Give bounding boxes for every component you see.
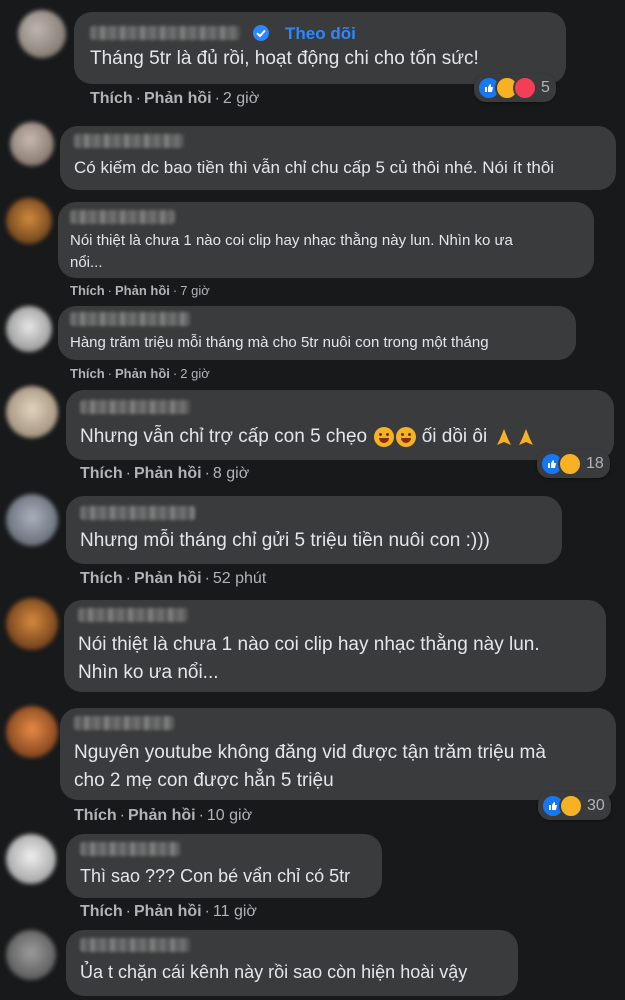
like-link[interactable]: Thích — [80, 465, 123, 482]
comment-text: Hàng trăm triệu mỗi tháng mà cho 5tr nuô… — [70, 334, 489, 351]
commenter-avatar[interactable] — [6, 306, 52, 352]
reply-link[interactable]: Phản hồi — [134, 570, 202, 587]
care-reaction-icon — [513, 76, 537, 100]
praying-hands-icon — [497, 428, 512, 445]
follow-link[interactable]: Theo dõi — [285, 24, 356, 44]
like-link[interactable]: Thích — [90, 90, 133, 107]
commenter-name[interactable] — [70, 210, 175, 224]
reply-link[interactable]: Phản hồi — [134, 903, 202, 920]
commenter-avatar[interactable] — [6, 834, 56, 884]
comment-text: Nói thiệt là chưa 1 nào coi clip hay nhạ… — [78, 634, 540, 655]
laughing-emoji-icon — [374, 426, 395, 447]
like-link[interactable]: Thích — [80, 570, 123, 587]
commenter-name[interactable] — [80, 842, 180, 856]
like-link[interactable]: Thích — [70, 283, 105, 298]
comment-actions: Thích · Phản hồi · 2 giờ — [70, 366, 210, 381]
comment-time[interactable]: 52 phút — [213, 570, 266, 587]
comment-actions: Thích · Phản hồi · 8 giờ — [80, 465, 250, 482]
commenter-name[interactable] — [90, 26, 240, 40]
reply-link[interactable]: Phản hồi — [115, 283, 170, 298]
comment-actions: Thích · Phản hồi · 10 giờ — [74, 807, 253, 824]
commenter-name[interactable] — [80, 506, 195, 520]
comment-text: Nhìn ko ưa nổi... — [78, 662, 219, 683]
haha-reaction-icon — [558, 452, 582, 476]
comment-time[interactable]: 2 giờ — [180, 366, 210, 381]
reply-link[interactable]: Phản hồi — [115, 366, 170, 381]
haha-reaction-icon — [559, 794, 583, 818]
reaction-count: 5 — [541, 79, 550, 96]
laughing-emoji-icon — [396, 426, 417, 447]
comment-actions: Thích · Phản hồi · 7 giờ — [70, 283, 210, 298]
reaction-summary[interactable]: 30 — [538, 792, 611, 820]
like-link[interactable]: Thích — [70, 366, 105, 381]
comment-text: Nhưng mỗi tháng chỉ gửi 5 triệu tiền nuô… — [80, 530, 490, 551]
verified-badge-icon — [253, 25, 269, 41]
praying-hands-icon — [519, 428, 534, 445]
comment-text: nổi... — [70, 254, 103, 271]
commenter-avatar[interactable] — [6, 494, 58, 546]
commenter-name[interactable] — [70, 312, 190, 326]
comment-time[interactable]: 8 giờ — [213, 465, 249, 482]
comment-actions: Thích · Phản hồi · 52 phút — [80, 570, 267, 587]
reaction-summary[interactable]: 5 — [474, 74, 556, 102]
commenter-name[interactable] — [74, 716, 174, 730]
commenter-name[interactable] — [74, 134, 184, 148]
comment-text: Nhưng vẫn chỉ trợ cấp con 5 chẹo ối dồi … — [80, 426, 536, 448]
comment-actions: Thích · Phản hồi · 2 giờ — [90, 90, 260, 107]
commenter-avatar[interactable] — [6, 598, 58, 650]
like-link[interactable]: Thích — [80, 903, 123, 920]
comment-time[interactable]: 11 giờ — [213, 903, 257, 920]
commenter-name[interactable] — [78, 608, 188, 622]
comment-text: Tháng 5tr là đủ rồi, hoạt động chi cho t… — [90, 48, 479, 69]
commenter-avatar[interactable] — [10, 122, 54, 166]
commenter-name[interactable] — [80, 938, 190, 952]
reply-link[interactable]: Phản hồi — [128, 807, 196, 824]
reply-link[interactable]: Phản hồi — [144, 90, 212, 107]
comment-text: Nguyên youtube không đăng vid được tận t… — [74, 742, 546, 763]
comment-time[interactable]: 10 giờ — [207, 807, 252, 824]
commenter-avatar[interactable] — [6, 386, 58, 438]
comment-text: Ủa t chặn cái kênh này rồi sao còn hiện … — [80, 962, 468, 982]
commenter-avatar[interactable] — [18, 10, 66, 58]
reaction-count: 30 — [587, 797, 605, 814]
commenter-avatar[interactable] — [6, 198, 52, 244]
comment-text: cho 2 mẹ con được hẳn 5 triệu — [74, 770, 334, 791]
comment-actions: Thích · Phản hồi · 11 giờ — [80, 903, 257, 920]
comment-text: Thì sao ??? Con bé vẩn chỉ có 5tr — [80, 866, 351, 886]
comment-time[interactable]: 7 giờ — [180, 283, 210, 298]
like-link[interactable]: Thích — [74, 807, 117, 824]
commenter-name[interactable] — [80, 400, 190, 414]
comment-time[interactable]: 2 giờ — [223, 90, 259, 107]
comment-text: Có kiếm dc bao tiền thì vẫn chỉ chu cấp … — [74, 158, 555, 177]
reaction-summary[interactable]: 18 — [537, 450, 610, 478]
comment-text: Nói thiệt là chưa 1 nào coi clip hay nhạ… — [70, 232, 513, 249]
reply-link[interactable]: Phản hồi — [134, 465, 202, 482]
reaction-count: 18 — [586, 455, 604, 472]
commenter-avatar[interactable] — [6, 930, 56, 980]
commenter-avatar[interactable] — [6, 706, 58, 758]
